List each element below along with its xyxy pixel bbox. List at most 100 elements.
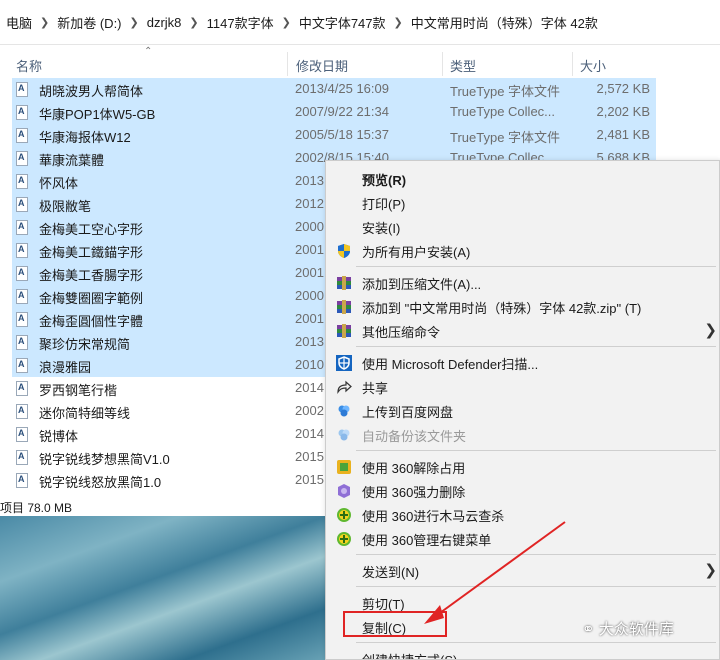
column-date[interactable]: 修改日期 [296, 56, 348, 75]
menu-item-auto-backup[interactable]: 自动备份该文件夹 [326, 423, 719, 446]
file-row[interactable]: 胡晓波男人帮简体 2013/4/25 16:09 TrueType 字体文件 2,57… [12, 78, 656, 101]
file-name: 怀风体 [39, 176, 79, 191]
chevron-right-icon[interactable]: ❯ [38, 16, 51, 29]
menu-item-create-shortcut[interactable]: 创建快捷方式(S) [326, 647, 719, 659]
column-header: ⌃ 名称 修改日期 类型 大小 [0, 46, 720, 76]
file-name: 胡晓波男人帮简体 [39, 84, 144, 99]
menu-item-install[interactable]: 安装(I) [326, 215, 719, 238]
menu-item-defender-scan[interactable]: 使用 Microsoft Defender扫描... [326, 351, 719, 374]
menu-item-label: 发送到(N) [362, 565, 420, 580]
file-name: 金梅美工香腸字形 [39, 268, 144, 283]
breadcrumb-this-pc[interactable]: 电脑 [0, 13, 38, 32]
menu-item-label: 创建快捷方式(S) [362, 650, 457, 659]
menu-item-360-trojan-scan[interactable]: 使用 360进行木马云查杀 [326, 503, 719, 526]
font-file-icon [16, 404, 28, 419]
font-file-icon [16, 197, 28, 212]
menu-item-label: 添加到压缩文件(A)... [362, 277, 482, 292]
menu-item-install-all-users[interactable]: 为所有用户安装(A) [326, 239, 719, 262]
file-date: 2013 [295, 334, 324, 349]
column-size[interactable]: 大小 [580, 56, 606, 75]
menu-item-send-to[interactable]: 发送到(N) ❯ [326, 559, 719, 582]
column-divider[interactable] [572, 52, 573, 76]
menu-item-label: 上传到百度网盘 [362, 405, 454, 420]
menu-item-label: 使用 360进行木马云查杀 [362, 509, 505, 524]
file-name: 极限敝笔 [39, 199, 92, 214]
breadcrumb-drive[interactable]: 新加卷 (D:) [51, 13, 127, 32]
menu-item-share[interactable]: 共享 [326, 375, 719, 398]
menu-item-label: 预览(R) [362, 173, 407, 188]
file-name: 華康流葉體 [39, 153, 105, 168]
wechat-icon: ⚭ [582, 621, 595, 638]
file-name: 金梅美工空心字形 [39, 222, 144, 237]
menu-item-add-to-zip[interactable]: 添加到 "中文常用时尚（特殊）字体 42款.zip" (T) [326, 295, 719, 318]
uac-shield-icon [338, 244, 350, 258]
file-row[interactable]: 华康POP1体W5-GB 2007/9/22 21:34 TrueType Coll… [12, 101, 656, 124]
address-bar[interactable]: 电脑 ❯ 新加卷 (D:) ❯ dzrjk8 ❯ 1147款字体 ❯ 中文字体7… [0, 0, 720, 45]
file-type: TrueType 字体文件 [450, 130, 561, 145]
column-divider[interactable] [442, 52, 443, 76]
font-file-icon [16, 82, 28, 97]
file-name: 华康海报体W12 [39, 130, 131, 145]
file-type: TrueType 字体文件 [450, 84, 561, 99]
file-name: 浪漫雅园 [39, 360, 92, 375]
menu-item-360-manage-menu[interactable]: 使用 360管理右键菜单 [326, 527, 719, 550]
file-date: 2001 [295, 242, 324, 257]
breadcrumb-dzrjk8[interactable]: dzrjk8 [141, 15, 188, 30]
file-date: 2001 [295, 265, 324, 280]
file-name: 锐博体 [39, 429, 79, 444]
menu-item-360-force-delete[interactable]: 使用 360强力删除 [326, 479, 719, 502]
file-name: 锐字锐线梦想黑简V1.0 [39, 452, 170, 467]
chevron-right-icon[interactable]: ❯ [392, 16, 405, 29]
font-file-icon [16, 289, 28, 304]
file-date: 2005/5/18 15:37 [295, 127, 389, 142]
chevron-right-icon[interactable]: ❯ [280, 16, 293, 29]
font-file-icon [16, 151, 28, 166]
chevron-right-icon: ❯ [704, 322, 717, 339]
font-file-icon [16, 358, 28, 373]
baidu-netdisk-icon [338, 405, 350, 417]
menu-item-other-compress[interactable]: 其他压缩命令 ❯ [326, 319, 719, 342]
column-type[interactable]: 类型 [450, 56, 476, 75]
file-type: TrueType Collec... [450, 104, 556, 119]
baidu-netdisk-icon [338, 429, 350, 441]
chevron-right-icon[interactable]: ❯ [128, 16, 141, 29]
chevron-right-icon[interactable]: ❯ [187, 16, 200, 29]
font-file-icon [16, 128, 28, 143]
file-date: 2014 [295, 426, 324, 441]
360-unlock-icon [337, 460, 351, 474]
column-name[interactable]: 名称 [16, 56, 42, 75]
menu-item-print[interactable]: 打印(P) [326, 191, 719, 214]
font-file-icon [16, 335, 28, 350]
file-date: 2001 [295, 311, 324, 326]
status-bar: 项目 78.0 MB [0, 496, 330, 516]
column-divider[interactable] [287, 52, 288, 76]
defender-shield-icon [336, 355, 352, 371]
breadcrumb-chinese-747[interactable]: 中文字体747款 [293, 13, 392, 32]
file-name: 华康POP1体W5-GB [39, 107, 156, 122]
menu-item-360-unlock[interactable]: 使用 360解除占用 [326, 455, 719, 478]
menu-item-baidu-upload[interactable]: 上传到百度网盘 [326, 399, 719, 422]
menu-item-preview[interactable]: 预览(R) [326, 167, 719, 190]
winrar-archive-icon [337, 276, 351, 290]
menu-item-label: 使用 360管理右键菜单 [362, 533, 492, 548]
breadcrumb-current-folder[interactable]: 中文常用时尚（特殊）字体 42款 [405, 13, 604, 32]
font-file-icon [16, 381, 28, 396]
file-date: 2007/9/22 21:34 [295, 104, 389, 119]
breadcrumb-1147-fonts[interactable]: 1147款字体 [201, 13, 280, 32]
status-text: 项目 78.0 MB [0, 501, 73, 515]
file-size: 2,572 KB [596, 81, 651, 96]
font-file-icon [16, 220, 28, 235]
font-file-icon [16, 450, 28, 465]
menu-item-add-to-archive[interactable]: 添加到压缩文件(A)... [326, 271, 719, 294]
winrar-archive-icon [337, 300, 351, 314]
360-delete-icon [338, 484, 350, 498]
file-name: 锐字锐线怒放黑简1.0 [39, 475, 162, 490]
menu-divider [356, 346, 716, 347]
file-row[interactable]: 华康海报体W12 2005/5/18 15:37 TrueType 字体文件 2,48… [12, 124, 656, 147]
sort-ascending-icon: ⌃ [144, 46, 153, 57]
font-file-icon [16, 312, 28, 327]
file-size: 2,202 KB [596, 104, 651, 119]
file-name: 聚珍仿宋常规简 [39, 337, 131, 352]
menu-item-label: 使用 360解除占用 [362, 461, 466, 476]
share-icon [337, 380, 352, 394]
